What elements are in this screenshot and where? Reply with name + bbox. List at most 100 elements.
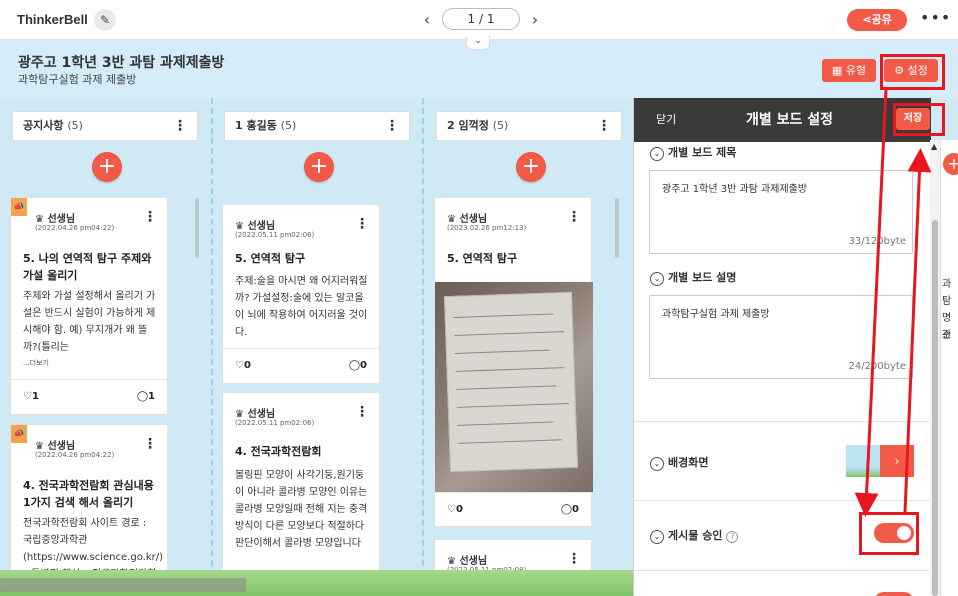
peek-text: 관	[942, 330, 952, 341]
horizontal-scrollbar[interactable]	[0, 578, 246, 592]
chevron-right-icon[interactable]: ›	[528, 10, 542, 29]
share-button[interactable]: ⋖공유	[847, 9, 907, 31]
post-photo[interactable]	[435, 282, 593, 492]
share-label: 공유	[871, 13, 892, 26]
column-student-1: 1 홍길동 (5) ⋮ + ♛ 선생님 (2022.05.11 pm02:06)…	[212, 98, 422, 596]
next-column-peek: + 과 탐 명소 관	[940, 140, 958, 596]
post-card[interactable]: ♛ 선생님 (2023.02.26 pm12:13) ⋮ 5. 연역적 탐구 ♡…	[434, 197, 593, 528]
chevron-down-icon: ⌄	[650, 272, 664, 286]
post-author: ♛ 선생님	[35, 441, 76, 452]
chevron-down-icon: ⌄	[650, 457, 664, 471]
post-footer: ♡0 ◯0	[223, 348, 379, 384]
page-navigator: ‹ 1 / 1 ›	[420, 8, 542, 30]
section-divider	[634, 500, 931, 501]
board-desc-field[interactable]: 과학탐구실험 과제 제출방 24/200byte	[649, 295, 913, 379]
chevron-down-icon: ⌄	[650, 530, 664, 544]
post-title: 4. 전국과학전람회	[235, 445, 322, 458]
annotation-box-save	[893, 103, 945, 136]
chevron-left-icon[interactable]: ‹	[420, 10, 434, 29]
column-menu-icon[interactable]: ⋮	[173, 112, 187, 140]
post-menu-icon[interactable]: ⋮	[567, 209, 581, 225]
megaphone-icon: 📣	[11, 198, 27, 216]
peek-text: 탐	[942, 296, 952, 307]
edit-icon[interactable]: ✎	[94, 9, 116, 31]
read-more-link[interactable]: ...더보기	[23, 358, 49, 368]
byte-counter: 33/120byte	[848, 236, 906, 247]
approval-section: ⌄ 게시물 승인?	[650, 527, 739, 544]
post-author: ♛ 선생님	[235, 221, 276, 232]
type-button[interactable]: ▦ 유형	[822, 59, 876, 82]
post-author: ♛ 선생님	[35, 214, 76, 225]
app-logo: ThinkerBell	[17, 12, 88, 27]
post-date: (2023.02.26 pm12:13)	[447, 224, 527, 232]
post-date: (2022.04.26 pm04:22)	[35, 224, 115, 232]
like-button[interactable]: ♡0	[235, 360, 251, 371]
column-menu-icon[interactable]: ⋮	[597, 112, 611, 140]
column-scrollbar[interactable]	[195, 198, 199, 258]
annotation-box-settings	[880, 54, 945, 90]
column-scrollbar[interactable]	[615, 198, 619, 258]
like-button[interactable]: ♡0	[447, 504, 463, 515]
board-desc-value: 과학탐구실험 과제 제출방	[662, 309, 770, 320]
board-title: 광주고 1학년 3반 과탐 과제제출방	[18, 55, 225, 71]
column-count: (5)	[67, 119, 83, 132]
post-date: (2022.04.26 pm04:22)	[35, 451, 115, 459]
board-desc-section[interactable]: ⌄ 개별 보드 설명	[650, 269, 736, 286]
add-post-button[interactable]: +	[304, 152, 334, 182]
column-header[interactable]: 공지사항 (5) ⋮	[12, 111, 198, 141]
post-body: 주제와 가설 설정해서 올리기 가설은 반드시 실험이 가능하게 제시해야 함.…	[23, 291, 156, 353]
column-count: (5)	[492, 119, 509, 132]
column-notice: 공지사항 (5) ⋮ + 📣 ♛ 선생님 (2022.04.26 pm04:22…	[0, 98, 210, 596]
column-header[interactable]: 2 임꺽정 (5) ⋮	[436, 111, 622, 141]
board-subtitle: 과학탐구실험 과제 제출방	[18, 73, 137, 86]
help-icon[interactable]: ?	[726, 531, 739, 543]
post-menu-icon[interactable]: ⋮	[567, 551, 581, 567]
more-menu-button[interactable]: •••	[920, 8, 951, 27]
column-name: 1 홍길동	[235, 119, 277, 132]
plus-icon: +	[97, 154, 117, 179]
post-menu-icon[interactable]: ⋮	[143, 209, 157, 225]
comment-button[interactable]: ◯0	[561, 504, 579, 515]
scroll-up-icon[interactable]: ▲	[931, 142, 937, 151]
post-menu-icon[interactable]: ⋮	[355, 404, 369, 420]
post-card[interactable]: ♛ 선생님 (2022.05.11 pm02:06) ⋮ 4. 전국과학전람회 …	[222, 392, 380, 596]
section-divider	[634, 421, 931, 422]
grid-icon: ▦	[831, 64, 846, 77]
close-button[interactable]: 닫기	[656, 111, 676, 127]
top-bar: ThinkerBell ✎ ‹ 1 / 1 › ⋖공유 •••	[0, 0, 958, 40]
column-name: 공지사항	[23, 119, 64, 132]
collapse-header-button[interactable]: ⌄	[466, 36, 490, 50]
board-title-section[interactable]: ⌄ 개별 보드 제목	[650, 144, 736, 161]
post-footer: ♡0 ◯0	[435, 492, 591, 528]
post-body: 주제:술을 마시면 왜 어지러워질까? 가설설정:술에 있는 알코올이 뇌에 작…	[235, 276, 368, 338]
like-button[interactable]: ♡1	[23, 391, 39, 402]
post-menu-icon[interactable]: ⋮	[143, 436, 157, 452]
column-header[interactable]: 1 홍길동 (5) ⋮	[224, 111, 410, 141]
chevron-down-icon: ⌄	[650, 147, 664, 161]
background-preview[interactable]	[846, 445, 880, 477]
board-title-value: 광주고 1학년 3반 과탐 과제제출방	[662, 184, 808, 195]
post-menu-icon[interactable]: ⋮	[355, 216, 369, 232]
post-card[interactable]: 📣 ♛ 선생님 (2022.04.26 pm04:22) ⋮ 5. 나의 연역적…	[10, 197, 168, 415]
panel-scrollbar[interactable]: ▲	[930, 140, 940, 596]
panel-header: 닫기 개별 보드 설정 저장	[634, 98, 931, 142]
plus-icon[interactable]: +	[943, 153, 958, 175]
post-card[interactable]: ♛ 선생님 (2022.05.11 pm02:06) ⋮ 5. 연역적 탐구 주…	[222, 204, 380, 384]
comment-button[interactable]: ◯1	[137, 391, 155, 402]
background-section[interactable]: ⌄ 배경화면	[650, 454, 708, 471]
page-indicator: 1 / 1	[442, 8, 520, 30]
column-count: (5)	[280, 119, 297, 132]
post-title: 5. 연역적 탐구	[235, 252, 306, 265]
column-menu-icon[interactable]: ⋮	[385, 112, 399, 140]
plus-icon: +	[521, 154, 541, 179]
add-post-button[interactable]: +	[92, 152, 122, 182]
worksheet-image	[443, 291, 579, 473]
scroll-thumb[interactable]	[932, 220, 938, 596]
add-post-button[interactable]: +	[516, 152, 546, 182]
chevron-right-icon[interactable]: ›	[880, 445, 914, 477]
board-title-field[interactable]: 광주고 1학년 3반 과탐 과제제출방 33/120byte	[649, 170, 913, 254]
section-divider	[634, 570, 931, 571]
post-title: 4. 전국과학전람회 관심내용 1가지 검색 해서 올리기	[23, 479, 154, 509]
next-toggle[interactable]	[874, 592, 914, 596]
comment-button[interactable]: ◯0	[349, 360, 367, 371]
